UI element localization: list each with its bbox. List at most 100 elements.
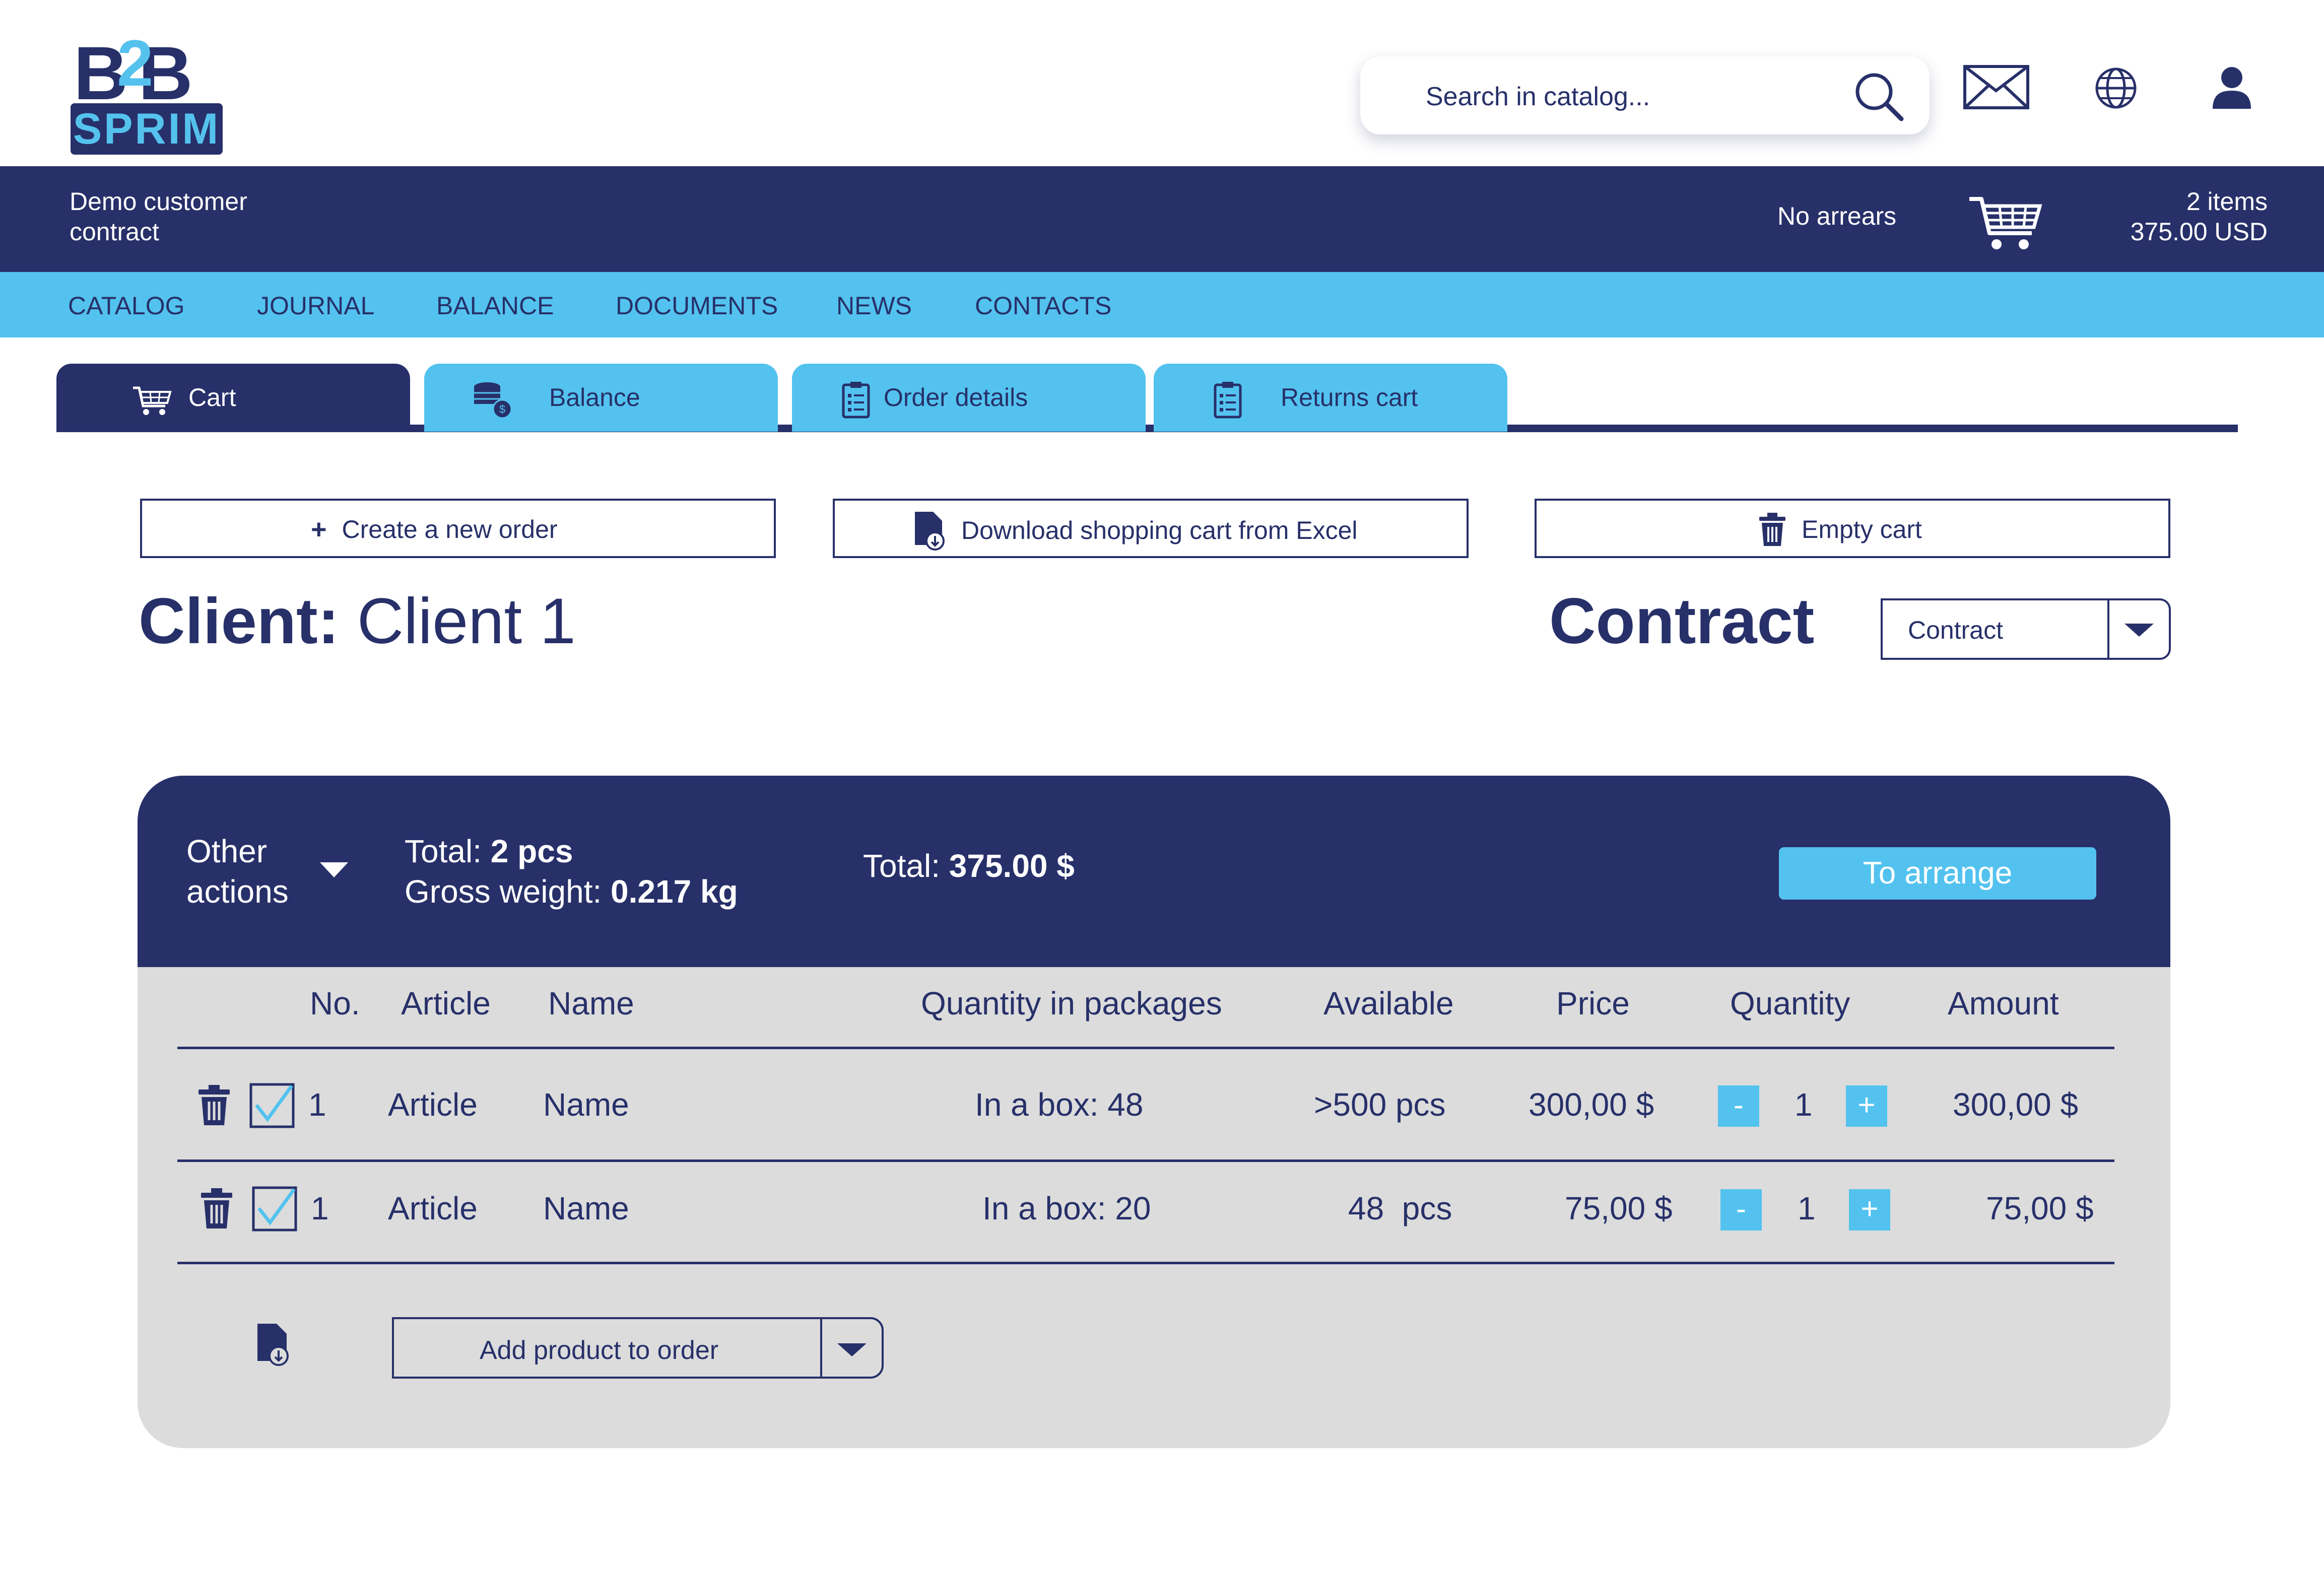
user-icon[interactable] <box>2212 64 2252 110</box>
nav-journal[interactable]: JOURNAL <box>257 291 374 320</box>
create-order-label: Create a new order <box>342 515 558 543</box>
add-product-select[interactable]: Add product to order <box>392 1317 884 1379</box>
cart-totals: Total: 2 pcs Gross weight: 0.217 kg <box>405 831 738 912</box>
row-checkbox[interactable] <box>249 1083 295 1128</box>
total-sum-label: Total: <box>863 848 940 884</box>
contract-line-1: Demo customer <box>70 187 247 216</box>
tab-returns-cart[interactable]: Returns cart <box>1154 364 1507 432</box>
search-icon[interactable] <box>1849 66 1909 127</box>
logo-sprim: SPRIM <box>71 103 223 155</box>
cart-icon <box>133 386 172 415</box>
col-price: Price <box>1556 985 1630 1021</box>
tab-label: Balance <box>549 383 640 412</box>
plus-icon: + <box>311 514 327 544</box>
main-nav: CATALOG JOURNAL BALANCE DOCUMENTS NEWS C… <box>0 272 2324 337</box>
quantity-increment-button[interactable]: + <box>1846 1085 1887 1127</box>
trash-icon[interactable] <box>200 1187 233 1230</box>
row-checkbox[interactable] <box>252 1186 297 1232</box>
search-input[interactable]: Search in catalog... <box>1426 82 1650 112</box>
row-amount: 75,00 $ <box>1986 1190 2094 1226</box>
nav-catalog[interactable]: CATALOG <box>68 291 185 320</box>
total-pcs-value: 2 pcs <box>490 833 573 869</box>
logo-two: 2 <box>117 26 154 100</box>
contract-heading: Contract <box>1549 585 1815 657</box>
row-qty-pkg: In a box: 48 <box>975 1086 1144 1123</box>
search-box[interactable]: Search in catalog... <box>1360 56 1930 134</box>
tab-balance[interactable]: $ Balance <box>424 364 778 432</box>
contract-line-2: contract <box>70 218 159 246</box>
other-actions-menu[interactable]: Other actions <box>186 831 289 912</box>
add-product-placeholder: Add product to order <box>480 1336 719 1365</box>
cart-summary-bar: Other actions Total: 2 pcs Gross weight:… <box>138 776 2170 967</box>
row-amount: 300,00 $ <box>1953 1086 2079 1123</box>
row-available: 48 pcs <box>1348 1190 1452 1226</box>
total-sum: Total: 375.00 $ <box>863 847 1075 884</box>
row-qty-pkg: In a box: 20 <box>982 1190 1151 1226</box>
tab-order-details[interactable]: Order details <box>792 364 1146 432</box>
add-product-dropdown-toggle[interactable] <box>820 1319 882 1377</box>
nav-balance[interactable]: BALANCE <box>436 291 554 320</box>
empty-cart-label: Empty cart <box>1802 515 1922 543</box>
col-amount: Amount <box>1948 985 2059 1021</box>
contract-select[interactable]: Contract <box>1881 598 2171 660</box>
empty-cart-button[interactable]: Empty cart <box>1535 499 2170 558</box>
row-no: 1 <box>308 1086 326 1123</box>
tab-cart[interactable]: Cart <box>56 364 410 432</box>
other-actions-line-1: Other <box>186 833 268 869</box>
row-article: Article <box>388 1086 478 1123</box>
quantity-increment-button[interactable]: + <box>1849 1189 1890 1231</box>
customer-bar: Demo customer contract No arrears 2 item… <box>0 166 2324 272</box>
col-quantity: Quantity <box>1730 985 1850 1021</box>
chevron-down-icon <box>837 1343 867 1356</box>
logo[interactable]: B B 2 SPRIM <box>71 30 227 156</box>
row-article: Article <box>388 1190 478 1226</box>
row-quantity[interactable]: 1 <box>1795 1086 1813 1123</box>
trash-icon <box>1759 513 1785 546</box>
total-sum-value: 375.00 $ <box>949 848 1075 884</box>
tab-label: Order details <box>884 383 1028 412</box>
nav-contacts[interactable]: CONTACTS <box>975 291 1111 320</box>
client-name: Client 1 <box>357 585 576 657</box>
tab-label: Returns cart <box>1281 383 1418 412</box>
clipboard-icon <box>1214 382 1242 419</box>
col-qty-pkg: Quantity in packages <box>921 985 1222 1021</box>
create-order-button[interactable]: + Create a new order <box>140 499 776 558</box>
cart-items: 2 items <box>2186 187 2268 216</box>
col-article: Article <box>401 985 491 1021</box>
header-divider <box>177 1047 2114 1049</box>
download-excel-label: Download shopping cart from Excel <box>961 516 1358 544</box>
cart-icon[interactable] <box>1967 194 2043 254</box>
col-no: No. <box>310 985 360 1021</box>
file-upload-icon[interactable] <box>255 1322 291 1367</box>
svg-text:$: $ <box>499 403 505 416</box>
contract-dropdown-toggle[interactable] <box>2107 600 2169 658</box>
quantity-decrement-button[interactable]: - <box>1720 1189 1762 1231</box>
row-quantity[interactable]: 1 <box>1798 1190 1816 1227</box>
row-name: Name <box>543 1086 629 1123</box>
trash-icon[interactable] <box>197 1084 231 1126</box>
gross-weight-value: 0.217 kg <box>611 873 738 910</box>
contract-info: Demo customer contract <box>70 186 372 247</box>
tab-label: Cart <box>188 383 236 412</box>
clipboard-icon <box>842 382 870 419</box>
row-available: >500 pcs <box>1314 1086 1446 1123</box>
chevron-down-icon[interactable] <box>319 860 349 880</box>
chevron-down-icon <box>2124 624 2154 637</box>
to-arrange-button[interactable]: To arrange <box>1779 847 2096 900</box>
cart-summary[interactable]: 2 items 375.00 USD <box>2131 186 2268 247</box>
nav-news[interactable]: NEWS <box>836 291 912 320</box>
col-name: Name <box>548 985 634 1021</box>
client-heading: Client: Client 1 <box>139 584 576 658</box>
download-excel-button[interactable]: Download shopping cart from Excel <box>833 499 1469 558</box>
nav-documents[interactable]: DOCUMENTS <box>616 291 778 320</box>
row-price: 300,00 $ <box>1529 1086 1654 1123</box>
client-label: Client: <box>139 585 340 657</box>
total-pcs-label: Total: <box>405 833 482 869</box>
gross-weight-label: Gross weight: <box>405 873 602 910</box>
globe-icon[interactable] <box>2093 65 2139 111</box>
col-available: Available <box>1323 985 1454 1021</box>
mail-icon[interactable] <box>1962 60 2033 116</box>
contract-select-value: Contract <box>1908 616 2003 644</box>
row-divider <box>177 1262 2114 1264</box>
quantity-decrement-button[interactable]: - <box>1718 1085 1759 1127</box>
